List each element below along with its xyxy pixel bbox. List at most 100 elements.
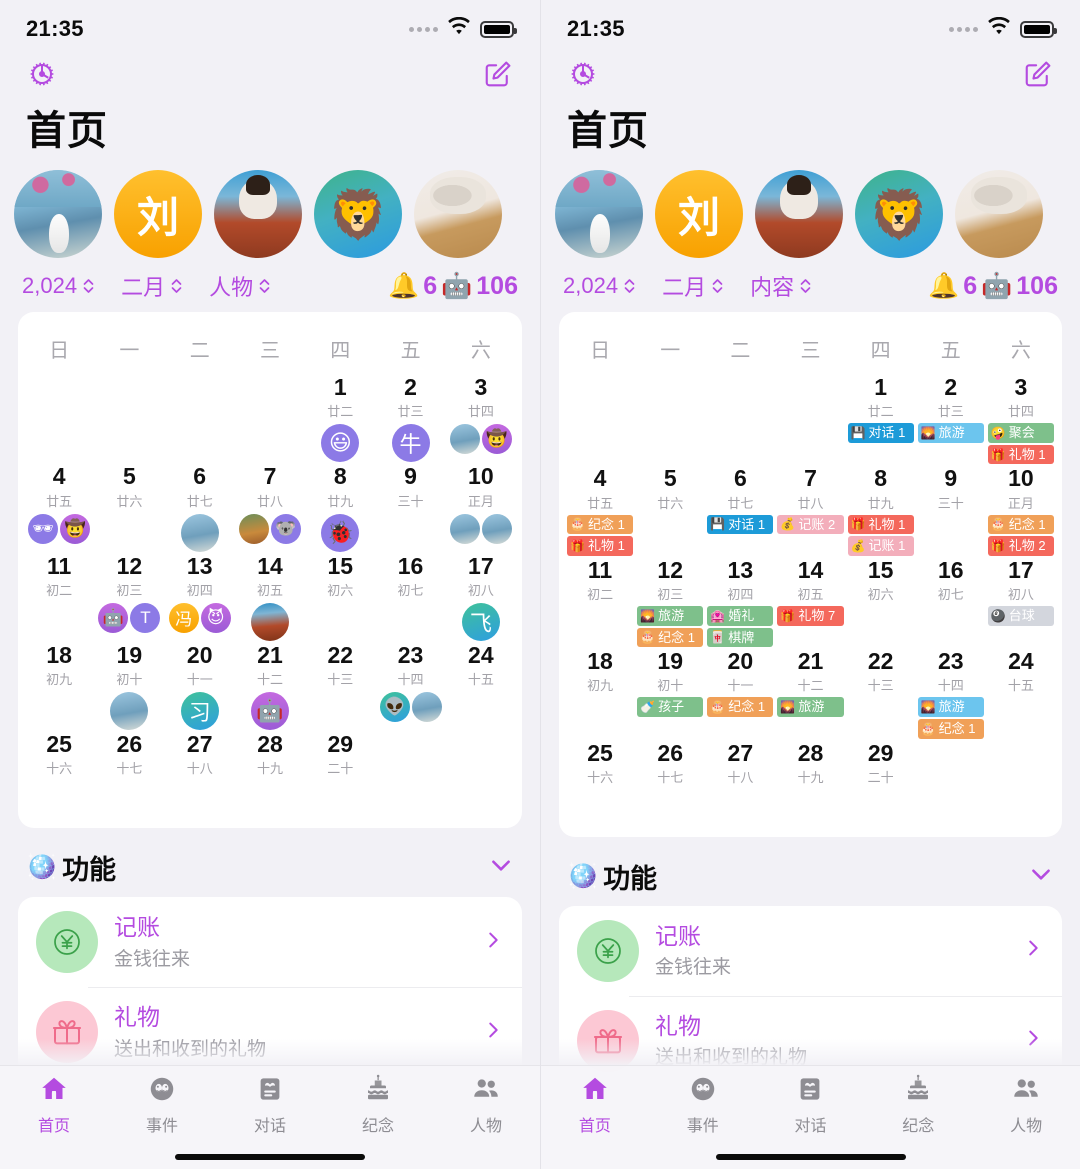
person-avatar-chip[interactable]: [449, 424, 480, 455]
person-avatar-chip[interactable]: 习: [180, 692, 219, 731]
calendar-cell[interactable]: 21 十二 🌄 旅游: [775, 647, 845, 738]
person-avatar-chip[interactable]: 😃: [321, 424, 360, 463]
calendar-cell[interactable]: 5 廿六: [94, 462, 164, 551]
year-selector[interactable]: 2,024: [563, 273, 636, 299]
person-avatar-chip[interactable]: 🤠: [481, 424, 512, 455]
calendar-cell[interactable]: 12 初三 🤖 T: [94, 552, 164, 641]
person-avatar-chip[interactable]: [110, 692, 149, 731]
person-avatar-chip[interactable]: [411, 692, 442, 723]
calendar-cell[interactable]: 25 十六: [565, 739, 635, 823]
event-badge[interactable]: 🎂 纪念 1: [987, 514, 1054, 535]
avatar-emoji-lion[interactable]: 🦁: [314, 170, 402, 258]
calendar-cell[interactable]: 7 廿八 🐨: [235, 462, 305, 551]
tab-cake[interactable]: 纪念: [324, 1074, 432, 1136]
calendar-cell[interactable]: 2 廿三牛: [375, 373, 445, 463]
chevron-right-icon[interactable]: [482, 1017, 504, 1048]
function-row[interactable]: 记账 金钱往来: [559, 906, 1062, 996]
event-badge[interactable]: 💰 记账 2: [777, 514, 844, 535]
avatar-strip[interactable]: 刘 🦁: [0, 154, 540, 258]
tab-masks[interactable]: 事件: [108, 1074, 216, 1136]
person-avatar-chip[interactable]: [180, 513, 219, 552]
function-row[interactable]: 记账 金钱往来: [18, 897, 522, 987]
event-badge[interactable]: 🤪 聚会: [987, 423, 1054, 443]
calendar-cell[interactable]: 26 十七: [635, 739, 705, 823]
calendar-cell[interactable]: 16 初七: [375, 552, 445, 641]
calendar-cell[interactable]: 11 初二: [24, 552, 94, 641]
settings-button[interactable]: [24, 58, 60, 94]
person-avatar-chip[interactable]: 牛: [391, 424, 430, 463]
calendar-cell[interactable]: 22 十三: [305, 641, 375, 730]
calendar-cell[interactable]: 5 廿六: [635, 464, 705, 555]
person-avatar-chip[interactable]: 🐨: [270, 513, 301, 544]
avatar-photo-table[interactable]: [414, 170, 502, 258]
calendar-cell[interactable]: 3 廿四 🤪 聚会 🎁 礼物 1: [986, 373, 1056, 465]
chevron-down-icon[interactable]: [488, 852, 514, 883]
calendar-cell[interactable]: 10 正月: [446, 462, 516, 551]
calendar-cell[interactable]: 16 初七: [916, 556, 986, 647]
chevron-right-icon[interactable]: [1022, 935, 1044, 966]
event-badge[interactable]: 🎁 礼物 7: [777, 606, 844, 626]
calendar-cell[interactable]: 6 廿七: [165, 462, 235, 552]
event-badge[interactable]: 🎱 台球: [987, 606, 1054, 626]
compose-button[interactable]: [1020, 58, 1056, 94]
event-badge[interactable]: 💾 对话 1: [707, 514, 774, 535]
event-badge[interactable]: 💰 记账 1: [847, 536, 914, 556]
avatar-letter-liu[interactable]: 刘: [114, 170, 202, 258]
calendar-cell[interactable]: 20 十一习: [165, 641, 235, 731]
calendar-cell[interactable]: 15 初六: [305, 552, 375, 641]
person-avatar-chip[interactable]: 🐞: [321, 513, 360, 552]
calendar-cell[interactable]: 11 初二: [565, 556, 635, 647]
event-badge[interactable]: 🍼 孩子: [637, 697, 704, 718]
calendar-cell[interactable]: 18 初九: [24, 641, 94, 730]
calendar-cell[interactable]: 13 初四 🏩 婚礼 🀄 棋牌: [705, 556, 775, 648]
calendar-cell[interactable]: 24 十五: [986, 647, 1056, 738]
calendar-cell[interactable]: 29 二十: [846, 739, 916, 823]
chevron-right-icon[interactable]: [1022, 1025, 1044, 1056]
person-avatar-chip[interactable]: 😈: [200, 602, 231, 633]
calendar-cell[interactable]: 13 初四冯 😈: [165, 552, 235, 641]
calendar-cell[interactable]: 28 十九: [235, 730, 305, 814]
tab-people[interactable]: 人物: [432, 1074, 540, 1136]
event-badge[interactable]: 🏩 婚礼: [707, 606, 774, 626]
event-badge[interactable]: 🌄 旅游: [777, 697, 844, 718]
person-avatar-chip[interactable]: [238, 513, 269, 544]
calendar-cell[interactable]: 27 十八: [165, 730, 235, 814]
calendar-cell[interactable]: 14 初五 🎁 礼物 7: [775, 556, 845, 647]
person-avatar-chip[interactable]: [449, 513, 480, 544]
person-avatar-chip[interactable]: [250, 602, 289, 641]
avatar-photo-lake[interactable]: [14, 170, 102, 258]
tab-people[interactable]: 人物: [972, 1074, 1080, 1136]
calendar-cell[interactable]: 6 廿七 💾 对话 1: [705, 464, 775, 555]
person-avatar-chip[interactable]: 飞: [461, 602, 500, 641]
tab-cake[interactable]: 纪念: [864, 1074, 972, 1136]
event-badge[interactable]: 🎂 纪念 1: [917, 719, 984, 739]
calendar-cell[interactable]: 3 廿四 🤠: [446, 373, 516, 462]
calendar-cell[interactable]: 27 十八: [705, 739, 775, 823]
avatar-photo-lake[interactable]: [555, 170, 643, 258]
calendar-cell[interactable]: 7 廿八 💰 记账 2: [775, 464, 845, 555]
avatar-photo-cooking[interactable]: [755, 170, 843, 258]
person-avatar-chip[interactable]: 冯: [168, 602, 199, 633]
calendar-cell[interactable]: 1 廿二 😃: [305, 373, 375, 463]
event-badge[interactable]: 🎂 纪念 1: [637, 627, 704, 648]
person-avatar-chip[interactable]: 🕶: [28, 513, 59, 544]
avatar-letter-liu[interactable]: 刘: [655, 170, 743, 258]
avatar-photo-cooking[interactable]: [214, 170, 302, 258]
calendar-cell[interactable]: 4 廿五 🎂 纪念 1 🎁 礼物 1: [565, 464, 635, 556]
event-badge[interactable]: 💾 对话 1: [847, 423, 914, 443]
calendar-cell[interactable]: 28 十九: [775, 739, 845, 823]
chevron-down-icon[interactable]: [1028, 861, 1054, 892]
calendar-cell[interactable]: 29 二十: [305, 730, 375, 814]
tab-card[interactable]: 对话: [216, 1074, 324, 1136]
event-badge[interactable]: 🀄 棋牌: [707, 627, 774, 648]
avatar-strip[interactable]: 刘 🦁: [541, 154, 1080, 258]
calendar-cell[interactable]: 24 十五: [446, 641, 516, 730]
calendar-cell[interactable]: 10 正月 🎂 纪念 1 🎁 礼物 2: [986, 464, 1056, 556]
person-avatar-chip[interactable]: [481, 513, 512, 544]
calendar-cell[interactable]: 14 初五: [235, 552, 305, 641]
chevron-right-icon[interactable]: [482, 927, 504, 958]
person-avatar-chip[interactable]: 🤖: [98, 602, 129, 633]
calendar-cell[interactable]: 15 初六: [846, 556, 916, 647]
calendar-cell[interactable]: 9 三十: [916, 464, 986, 555]
calendar-cell[interactable]: 18 初九: [565, 647, 635, 738]
